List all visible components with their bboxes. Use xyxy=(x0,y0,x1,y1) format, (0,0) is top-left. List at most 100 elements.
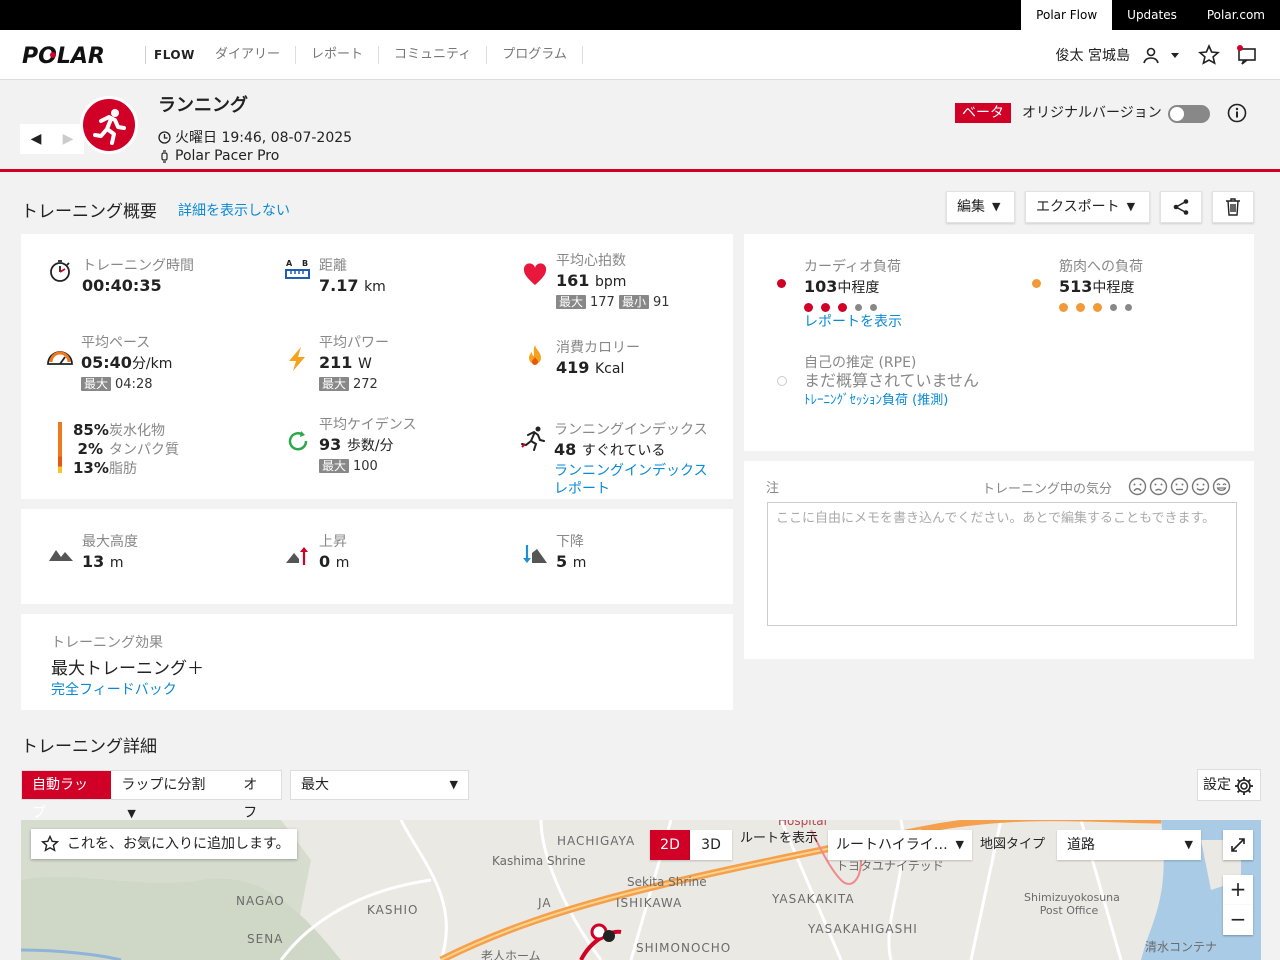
level-dot xyxy=(838,303,847,312)
map-label-hachigaya: HACHIGAYA xyxy=(557,834,636,848)
mood-neutral-icon[interactable] xyxy=(1170,477,1189,496)
export-button[interactable]: エクスポート ▼ xyxy=(1025,191,1150,223)
running-index-report-link[interactable]: ランニングインデックスレポート xyxy=(554,462,714,498)
polar-logo[interactable]: POLAR xyxy=(22,43,138,67)
map-label-hospital: Hospital xyxy=(778,820,827,828)
user-name[interactable]: 俊太 宮城島 xyxy=(1056,45,1130,65)
nav-item-community[interactable]: コミュニティ xyxy=(379,46,488,64)
mood-very-bad-icon[interactable] xyxy=(1128,477,1147,496)
muscle-value: 513 xyxy=(1059,277,1093,296)
map-2d-button[interactable]: 2D xyxy=(650,830,690,860)
carb-label: 炭水化物 xyxy=(109,423,165,439)
top-bar: Polar Flow Updates Polar.com xyxy=(0,0,1280,30)
power-unit: W xyxy=(357,356,372,372)
next-activity-button[interactable]: ▶ xyxy=(52,124,84,154)
mood-label: トレーニング中の気分 xyxy=(982,482,1113,497)
edit-button[interactable]: 編集 ▼ xyxy=(946,191,1015,223)
descent-unit: m xyxy=(572,555,587,571)
mood-bad-icon[interactable] xyxy=(1149,477,1168,496)
nav-item-report[interactable]: レポート xyxy=(296,46,380,64)
metric-cadence: 平均ケイデンス 93 歩数/分 最大 100 xyxy=(285,416,416,476)
zoom-select-value: 最大 xyxy=(301,777,329,793)
hr-value: 161 xyxy=(556,271,590,290)
carb-pct: 85% xyxy=(73,421,109,439)
cardio-dot xyxy=(777,279,786,288)
session-load-link[interactable]: ﾄﾚｰﾆﾝｸﾞｾｯｼｮﾝ負荷 (推測) xyxy=(804,390,994,412)
chevron-down-icon: ▼ xyxy=(449,778,458,791)
activity-device: Polar Pacer Pro xyxy=(158,148,279,164)
hr-max-value: 177 xyxy=(590,295,615,310)
hr-max-tag: 最大 xyxy=(556,295,587,309)
gear-icon xyxy=(1235,777,1253,795)
svg-text:A: A xyxy=(286,259,293,268)
map-type-select[interactable]: 道路 ▼ xyxy=(1057,830,1201,860)
original-version-toggle[interactable] xyxy=(1168,105,1210,123)
descent-value: 5 xyxy=(556,552,568,571)
map-label-sekita-shrine: Sekita Shrine xyxy=(627,875,707,889)
chevron-down-icon: ▼ xyxy=(1184,838,1193,851)
zoom-out-button[interactable]: − xyxy=(1223,905,1253,935)
cadence-label: 平均ケイデンス xyxy=(319,417,417,433)
svg-text:POLAR: POLAR xyxy=(22,44,105,67)
pace-max-value: 04:28 xyxy=(115,377,153,392)
top-link-updates[interactable]: Updates xyxy=(1112,0,1192,30)
metric-distance: AB 距離 7.17 km xyxy=(285,257,386,298)
notes-textarea[interactable]: ここに自由にメモを書き込んでください。あとで編集することもできます。 xyxy=(767,502,1237,626)
hr-min-value: 91 xyxy=(653,295,670,310)
fat-label: 脂肪 xyxy=(109,461,137,477)
chevron-down-icon[interactable] xyxy=(1166,46,1184,64)
nutrition-list: 85%炭水化物 2% タンパク質 13%脂肪 xyxy=(73,421,179,478)
prev-activity-button[interactable]: ◀ xyxy=(20,124,52,154)
chevron-down-icon: ▼ xyxy=(127,807,136,820)
distance-unit: km xyxy=(364,279,386,295)
edit-label: 編集 xyxy=(957,199,985,215)
notification-icon[interactable] xyxy=(1236,44,1258,66)
show-route-toggle[interactable]: ルートを表示 xyxy=(740,830,820,862)
cadence-max-value: 100 xyxy=(353,459,378,474)
user-icon[interactable] xyxy=(1142,46,1160,64)
star-icon[interactable] xyxy=(1198,44,1220,66)
share-button[interactable] xyxy=(1160,191,1202,223)
share-icon xyxy=(1173,199,1189,215)
hide-details-link[interactable]: 詳細を表示しない xyxy=(178,200,290,220)
cadence-icon xyxy=(288,431,308,451)
settings-label: 設定 xyxy=(1203,777,1231,793)
mood-good-icon[interactable] xyxy=(1191,477,1210,496)
nav-item-diary[interactable]: ダイアリー xyxy=(200,46,297,64)
heart-icon xyxy=(523,263,547,285)
show-report-link[interactable]: レポートを表示 xyxy=(804,312,902,332)
star-icon xyxy=(41,835,59,852)
add-favorite-button[interactable]: これを、お気に入りに追加します。 xyxy=(31,829,297,859)
metric-max-altitude: 最大高度 13 m xyxy=(48,533,138,574)
fat-row: 13%脂肪 xyxy=(73,459,179,478)
activity-datetime: 火曜日 19:46, 08-07-2025 xyxy=(158,127,352,147)
zoom-select[interactable]: 最大 ▼ xyxy=(290,770,469,800)
map-type-label: 地図タイプ xyxy=(980,837,1046,852)
metric-duration: トレーニング時間 00:40:35 xyxy=(48,257,194,297)
split-laps-tab[interactable]: ラップに分割 ▼ xyxy=(111,771,233,820)
distance-label: 距離 xyxy=(319,258,347,274)
route-highlight-select[interactable]: ルートハイライ… ▼ xyxy=(828,830,972,860)
activity-datetime-text: 火曜日 19:46, 08-07-2025 xyxy=(175,130,353,146)
zoom-in-button[interactable]: + xyxy=(1223,875,1253,905)
map-3d-button[interactable]: 3D xyxy=(690,830,732,860)
fullscreen-button[interactable] xyxy=(1223,830,1253,860)
mood-very-good-icon[interactable] xyxy=(1212,477,1231,496)
nav-item-program[interactable]: プログラム xyxy=(487,46,583,64)
auto-lap-tab[interactable]: 自動ラップ xyxy=(22,771,112,821)
cardio-value: 103 xyxy=(804,277,838,296)
lightning-icon xyxy=(289,347,305,371)
effect-value: 最大トレーニング＋ xyxy=(51,659,204,679)
metric-pace: 平均ペース 05:40分/km 最大 04:28 xyxy=(47,334,172,394)
top-link-polar-flow[interactable]: Polar Flow xyxy=(1021,0,1113,30)
cardio-label: カーディオ負荷 xyxy=(804,259,902,275)
cadence-value: 93 xyxy=(319,435,342,454)
top-link-polar-com[interactable]: Polar.com xyxy=(1192,0,1280,30)
full-feedback-link[interactable]: 完全フィードバック xyxy=(51,679,177,699)
info-icon[interactable] xyxy=(1227,103,1247,123)
level-dot xyxy=(1076,303,1085,312)
pace-label: 平均ペース xyxy=(81,335,151,351)
settings-button[interactable]: 設定 xyxy=(1197,769,1261,801)
laps-off-tab[interactable]: オフ xyxy=(233,771,281,821)
delete-button[interactable] xyxy=(1212,191,1254,223)
